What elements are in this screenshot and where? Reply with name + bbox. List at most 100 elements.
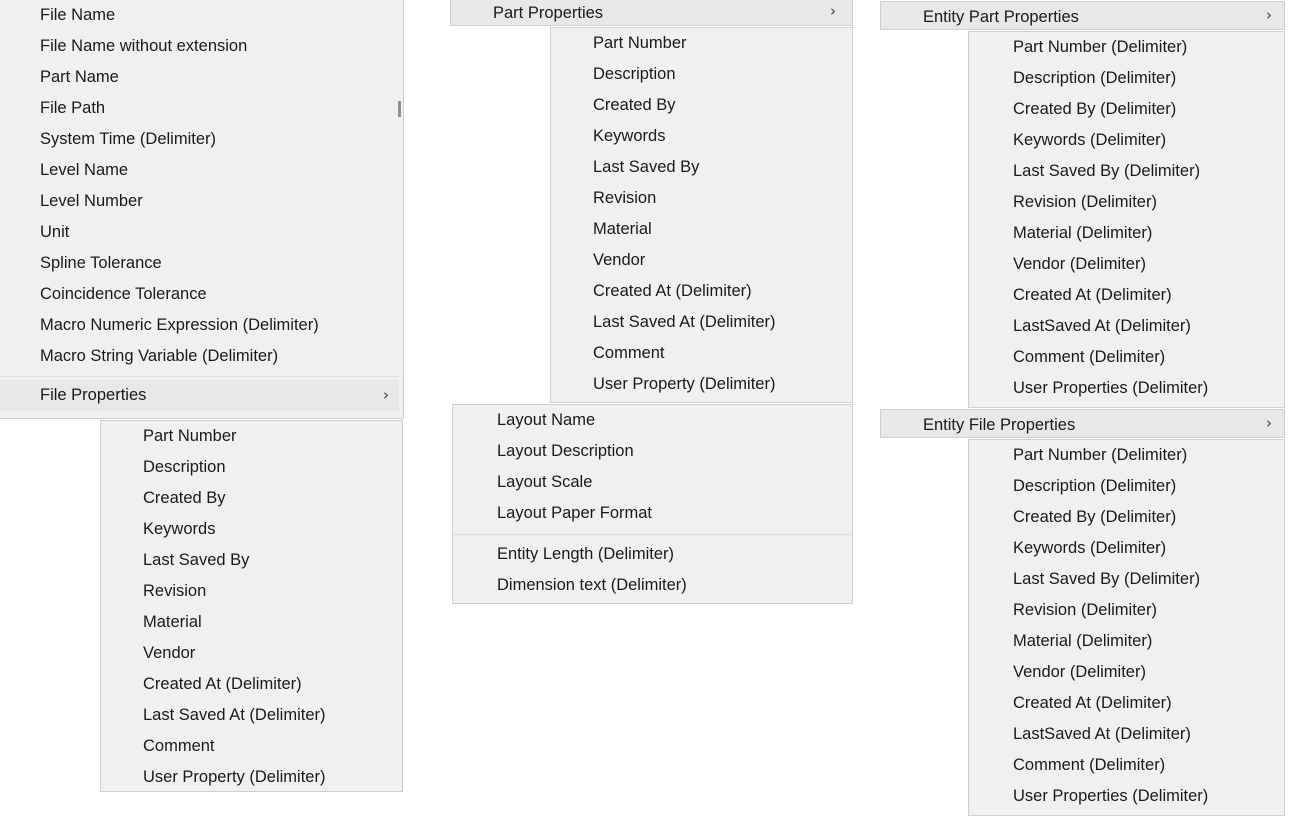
- entity-part-properties-submenu: Part Number (Delimiter) Description (Del…: [968, 31, 1285, 408]
- menu-item-file-name[interactable]: File Name: [0, 0, 403, 31]
- submenu-item-created-at[interactable]: Created At (Delimiter): [969, 280, 1284, 311]
- submenu-item-part-number[interactable]: Part Number: [551, 28, 852, 59]
- submenu-item-material[interactable]: Material (Delimiter): [969, 626, 1284, 657]
- submenu-item-comment[interactable]: Comment: [551, 338, 852, 369]
- menu-item-dimension-text[interactable]: Dimension text (Delimiter): [453, 570, 852, 601]
- menu-item-system-time[interactable]: System Time (Delimiter): [0, 124, 403, 155]
- menu-item-label: Description: [593, 65, 676, 83]
- menu-item-macro-numeric-expression[interactable]: Macro Numeric Expression (Delimiter): [0, 310, 403, 341]
- submenu-item-vendor[interactable]: Vendor: [101, 638, 402, 669]
- menu-item-label: Layout Paper Format: [497, 504, 652, 522]
- menu-item-label: Keywords (Delimiter): [1013, 539, 1167, 557]
- menu-item-label: Vendor: [593, 251, 646, 269]
- menu-item-spline-tolerance[interactable]: Spline Tolerance: [0, 248, 403, 279]
- submenu-item-vendor[interactable]: Vendor (Delimiter): [969, 249, 1284, 280]
- menu-item-label: Last Saved By: [143, 551, 250, 569]
- menu-item-part-name[interactable]: Part Name: [0, 62, 403, 93]
- submenu-item-user-property[interactable]: User Property (Delimiter): [101, 762, 402, 793]
- submenu-item-description[interactable]: Description: [101, 452, 402, 483]
- submenu-item-created-by[interactable]: Created By (Delimiter): [969, 94, 1284, 125]
- menu-item-macro-string-variable[interactable]: Macro String Variable (Delimiter): [0, 341, 403, 372]
- menu-item-label: Last Saved By (Delimiter): [1013, 162, 1201, 180]
- submenu-item-comment[interactable]: Comment: [101, 731, 402, 762]
- chevron-right-icon: ›: [1266, 414, 1272, 432]
- submenu-item-description[interactable]: Description (Delimiter): [969, 63, 1284, 94]
- scrollbar-thumb[interactable]: [398, 101, 401, 117]
- chevron-right-icon: ›: [1266, 6, 1272, 24]
- submenu-item-created-by[interactable]: Created By: [551, 90, 852, 121]
- menu-item-label: File Path: [40, 99, 106, 117]
- submenu-item-material[interactable]: Material (Delimiter): [969, 218, 1284, 249]
- submenu-item-part-number[interactable]: Part Number (Delimiter): [969, 32, 1284, 63]
- menu-item-layout-scale[interactable]: Layout Scale: [453, 467, 852, 498]
- menu-item-file-name-without-extension[interactable]: File Name without extension: [0, 31, 403, 62]
- menu-item-file-path[interactable]: File Path: [0, 93, 403, 124]
- submenu-item-last-saved-at[interactable]: LastSaved At (Delimiter): [969, 719, 1284, 750]
- submenu-item-description[interactable]: Description (Delimiter): [969, 471, 1284, 502]
- submenu-item-user-property[interactable]: User Property (Delimiter): [551, 369, 852, 400]
- menu-item-layout-paper-format[interactable]: Layout Paper Format: [453, 498, 852, 529]
- submenu-item-revision[interactable]: Revision: [551, 183, 852, 214]
- submenu-item-keywords[interactable]: Keywords: [101, 514, 402, 545]
- submenu-item-keywords[interactable]: Keywords (Delimiter): [969, 533, 1284, 564]
- submenu-item-revision[interactable]: Revision: [101, 576, 402, 607]
- submenu-item-user-properties[interactable]: User Properties (Delimiter): [969, 373, 1284, 404]
- root-property-menu: File Name File Name without extension Pa…: [0, 0, 404, 419]
- menu-item-part-properties[interactable]: Part Properties ›: [451, 0, 852, 24]
- menu-item-label: Description (Delimiter): [1013, 477, 1177, 495]
- submenu-item-last-saved-at[interactable]: LastSaved At (Delimiter): [969, 311, 1284, 342]
- submenu-item-last-saved-by[interactable]: Last Saved By (Delimiter): [969, 156, 1284, 187]
- submenu-item-material[interactable]: Material: [101, 607, 402, 638]
- menu-item-label: Spline Tolerance: [40, 254, 162, 272]
- submenu-item-keywords[interactable]: Keywords (Delimiter): [969, 125, 1284, 156]
- menu-item-label: Layout Scale: [497, 473, 593, 491]
- menu-item-label: Comment: [593, 344, 665, 362]
- menu-item-entity-file-properties[interactable]: Entity File Properties ›: [881, 410, 1284, 437]
- submenu-item-last-saved-at[interactable]: Last Saved At (Delimiter): [101, 700, 402, 731]
- menu-item-label: Entity Length (Delimiter): [497, 545, 674, 563]
- menu-item-label: Revision: [143, 582, 207, 600]
- menu-item-label: Entity Part Properties: [923, 8, 1079, 26]
- scrollbar-track[interactable]: [398, 1, 402, 417]
- menu-item-label: Material: [593, 220, 652, 238]
- menu-item-unit[interactable]: Unit: [0, 217, 403, 248]
- submenu-item-created-by[interactable]: Created By (Delimiter): [969, 502, 1284, 533]
- menu-item-label: Vendor: [143, 644, 196, 662]
- submenu-item-last-saved-by[interactable]: Last Saved By (Delimiter): [969, 564, 1284, 595]
- menu-item-entity-length[interactable]: Entity Length (Delimiter): [453, 539, 852, 570]
- menu-item-level-number[interactable]: Level Number: [0, 186, 403, 217]
- submenu-item-comment[interactable]: Comment (Delimiter): [969, 750, 1284, 781]
- submenu-item-revision[interactable]: Revision (Delimiter): [969, 595, 1284, 626]
- submenu-item-revision[interactable]: Revision (Delimiter): [969, 187, 1284, 218]
- menu-item-coincidence-tolerance[interactable]: Coincidence Tolerance: [0, 279, 403, 310]
- submenu-item-last-saved-by[interactable]: Last Saved By: [101, 545, 402, 576]
- submenu-item-vendor[interactable]: Vendor: [551, 245, 852, 276]
- submenu-item-created-at[interactable]: Created At (Delimiter): [969, 688, 1284, 719]
- submenu-item-created-at[interactable]: Created At (Delimiter): [101, 669, 402, 700]
- menu-item-file-properties[interactable]: File Properties ›: [0, 380, 403, 411]
- menu-item-label: Comment: [143, 737, 215, 755]
- menu-item-label: Unit: [40, 223, 70, 241]
- menu-item-label: File Name without extension: [40, 37, 248, 55]
- menu-item-label: User Property (Delimiter): [143, 768, 326, 786]
- menu-item-label: Comment (Delimiter): [1013, 348, 1166, 366]
- submenu-item-user-properties[interactable]: User Properties (Delimiter): [969, 781, 1284, 812]
- menu-item-level-name[interactable]: Level Name: [0, 155, 403, 186]
- submenu-item-keywords[interactable]: Keywords: [551, 121, 852, 152]
- menu-item-layout-name[interactable]: Layout Name: [453, 405, 852, 436]
- submenu-item-created-by[interactable]: Created By: [101, 483, 402, 514]
- submenu-item-description[interactable]: Description: [551, 59, 852, 90]
- menu-item-label: Last Saved At (Delimiter): [593, 313, 776, 331]
- submenu-item-comment[interactable]: Comment (Delimiter): [969, 342, 1284, 373]
- menu-item-entity-part-properties[interactable]: Entity Part Properties ›: [881, 2, 1284, 29]
- menu-item-label: Keywords (Delimiter): [1013, 131, 1167, 149]
- entity-file-properties-parent-row: Entity File Properties ›: [880, 409, 1285, 438]
- submenu-item-material[interactable]: Material: [551, 214, 852, 245]
- menu-item-layout-description[interactable]: Layout Description: [453, 436, 852, 467]
- submenu-item-last-saved-by[interactable]: Last Saved By: [551, 152, 852, 183]
- submenu-item-part-number[interactable]: Part Number: [101, 421, 402, 452]
- submenu-item-last-saved-at[interactable]: Last Saved At (Delimiter): [551, 307, 852, 338]
- submenu-item-part-number[interactable]: Part Number (Delimiter): [969, 440, 1284, 471]
- submenu-item-created-at[interactable]: Created At (Delimiter): [551, 276, 852, 307]
- submenu-item-vendor[interactable]: Vendor (Delimiter): [969, 657, 1284, 688]
